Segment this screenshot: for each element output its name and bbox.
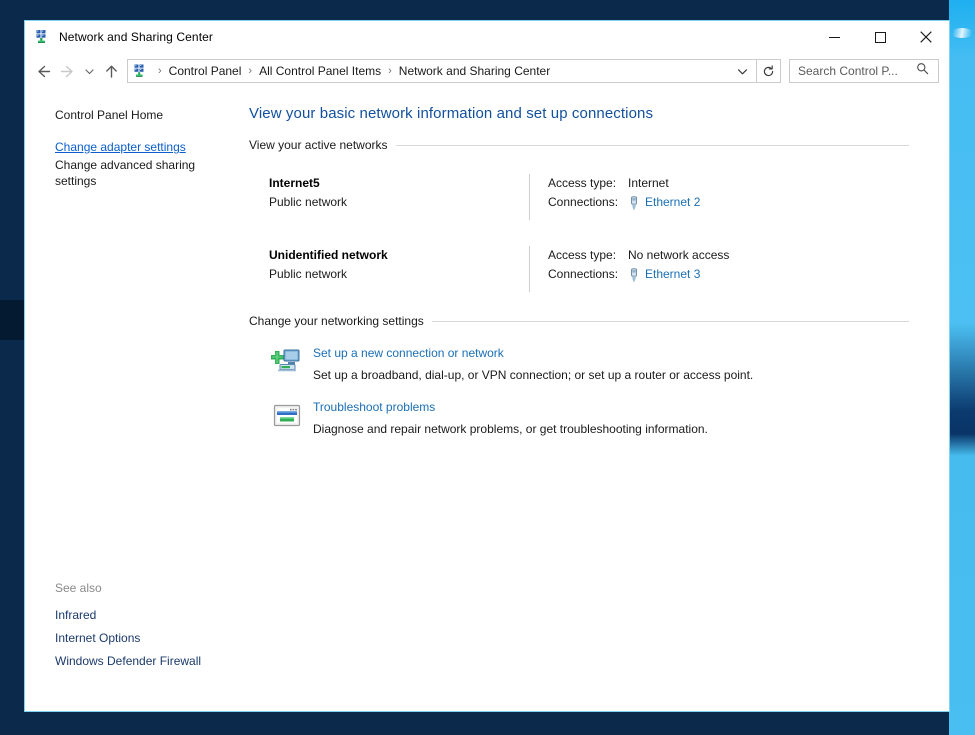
connection-link[interactable]: Ethernet 3 xyxy=(645,265,700,284)
up-button[interactable] xyxy=(99,59,123,83)
see-also-item-internet-options[interactable]: Internet Options xyxy=(55,627,235,650)
setting-set-up-new-connection[interactable]: Set up a new connection or network Set u… xyxy=(249,344,909,384)
connection-value[interactable]: Ethernet 3 xyxy=(628,265,700,284)
back-button[interactable] xyxy=(31,59,55,83)
network-row[interactable]: Internet5 Public network Access type: In… xyxy=(249,158,909,230)
sidebar-item-control-panel-home[interactable]: Control Panel Home xyxy=(55,107,225,123)
refresh-button[interactable] xyxy=(757,59,781,83)
network-name: Unidentified network xyxy=(269,246,529,265)
address-chevron-down-icon[interactable] xyxy=(729,66,756,77)
search-input[interactable] xyxy=(798,64,916,78)
connections-row: Connections: xyxy=(548,193,909,212)
network-details: Access type: Internet Connections: xyxy=(530,174,909,220)
breadcrumb-separator: › xyxy=(243,65,257,77)
search-icon[interactable] xyxy=(916,62,929,80)
network-sharing-center-window: Network and Sharing Center xyxy=(24,20,950,712)
setting-description: Diagnose and repair network problems, or… xyxy=(313,420,708,438)
active-networks-heading-label: View your active networks xyxy=(249,138,388,152)
heading-rule xyxy=(432,321,909,322)
see-also-item-infrared[interactable]: Infrared xyxy=(55,604,235,627)
address-bar[interactable]: › Control Panel › All Control Panel Item… xyxy=(127,59,757,83)
new-connection-icon xyxy=(271,346,303,378)
desktop: Network and Sharing Center xyxy=(0,0,975,735)
recent-locations-chevron-down-icon[interactable] xyxy=(79,59,99,83)
networking-settings-heading-label: Change your networking settings xyxy=(249,314,424,328)
access-type-value: Internet xyxy=(628,174,669,193)
sidebar-item-change-advanced-sharing-settings[interactable]: Change advanced sharing settings xyxy=(55,157,225,189)
title-bar[interactable]: Network and Sharing Center xyxy=(25,21,949,53)
access-type-value: No network access xyxy=(628,246,729,265)
sidebar-item-change-adapter-settings[interactable]: Change adapter settings xyxy=(55,139,225,155)
caption-button-group xyxy=(811,21,949,53)
search-box[interactable] xyxy=(789,59,939,83)
troubleshoot-icon xyxy=(271,400,303,432)
minimize-button[interactable] xyxy=(811,21,857,53)
network-details: Access type: No network access Connectio… xyxy=(530,246,909,292)
wallpaper-left-band xyxy=(0,300,24,340)
access-type-label: Access type: xyxy=(548,174,628,193)
window-title: Network and Sharing Center xyxy=(59,30,213,44)
setting-title-link[interactable]: Set up a new connection or network xyxy=(313,344,504,362)
network-sharing-icon xyxy=(35,29,51,45)
breadcrumb-item-network-and-sharing-center[interactable]: Network and Sharing Center xyxy=(397,64,552,78)
connections-label: Connections: xyxy=(548,265,628,284)
active-networks-heading: View your active networks xyxy=(249,138,909,152)
setting-troubleshoot-problems[interactable]: Troubleshoot problems Diagnose and repai… xyxy=(249,398,909,438)
wallpaper-right-band xyxy=(949,0,975,735)
see-also-item-windows-defender-firewall[interactable]: Windows Defender Firewall xyxy=(55,650,235,673)
network-identity: Internet5 Public network xyxy=(249,174,529,220)
setting-title-link[interactable]: Troubleshoot problems xyxy=(313,398,435,416)
ethernet-adapter-icon xyxy=(628,196,640,210)
breadcrumb-separator: › xyxy=(153,65,167,77)
forward-button[interactable] xyxy=(55,59,79,83)
connections-label: Connections: xyxy=(548,193,628,212)
address-toolbar: › Control Panel › All Control Panel Item… xyxy=(25,53,949,89)
network-profile-type: Public network xyxy=(269,265,529,284)
heading-rule xyxy=(396,145,909,146)
page-title: View your basic network information and … xyxy=(249,105,909,122)
close-button[interactable] xyxy=(903,21,949,53)
maximize-button[interactable] xyxy=(857,21,903,53)
network-profile-type: Public network xyxy=(269,193,529,212)
breadcrumb-separator: › xyxy=(383,65,397,77)
window-body: Control Panel Home Change adapter settin… xyxy=(25,89,949,711)
see-also-title: See also xyxy=(55,581,235,595)
sidebar-spacer xyxy=(55,125,249,139)
settings-list: Set up a new connection or network Set u… xyxy=(249,344,909,438)
access-type-label: Access type: xyxy=(548,246,628,265)
setting-text-block: Set up a new connection or network Set u… xyxy=(313,344,753,384)
setting-description: Set up a broadband, dial-up, or VPN conn… xyxy=(313,366,753,384)
connection-value[interactable]: Ethernet 2 xyxy=(628,193,700,212)
networking-settings-heading: Change your networking settings xyxy=(249,314,909,328)
connection-link[interactable]: Ethernet 2 xyxy=(645,193,700,212)
access-type-row: Access type: Internet xyxy=(548,174,909,193)
ethernet-adapter-icon xyxy=(628,268,640,282)
network-name: Internet5 xyxy=(269,174,529,193)
breadcrumb-item-all-control-panel-items[interactable]: All Control Panel Items xyxy=(257,64,383,78)
breadcrumb-item-control-panel[interactable]: Control Panel xyxy=(167,64,244,78)
see-also-section: See also Infrared Internet Options Windo… xyxy=(55,581,235,673)
sidebar: Control Panel Home Change adapter settin… xyxy=(25,89,249,711)
network-row[interactable]: Unidentified network Public network Acce… xyxy=(249,230,909,302)
network-identity: Unidentified network Public network xyxy=(249,246,529,292)
setting-text-block: Troubleshoot problems Diagnose and repai… xyxy=(313,398,708,438)
content-pane: View your basic network information and … xyxy=(249,89,949,711)
connections-row: Connections: xyxy=(548,265,909,284)
breadcrumb-network-icon xyxy=(133,63,149,79)
access-type-row: Access type: No network access xyxy=(548,246,909,265)
